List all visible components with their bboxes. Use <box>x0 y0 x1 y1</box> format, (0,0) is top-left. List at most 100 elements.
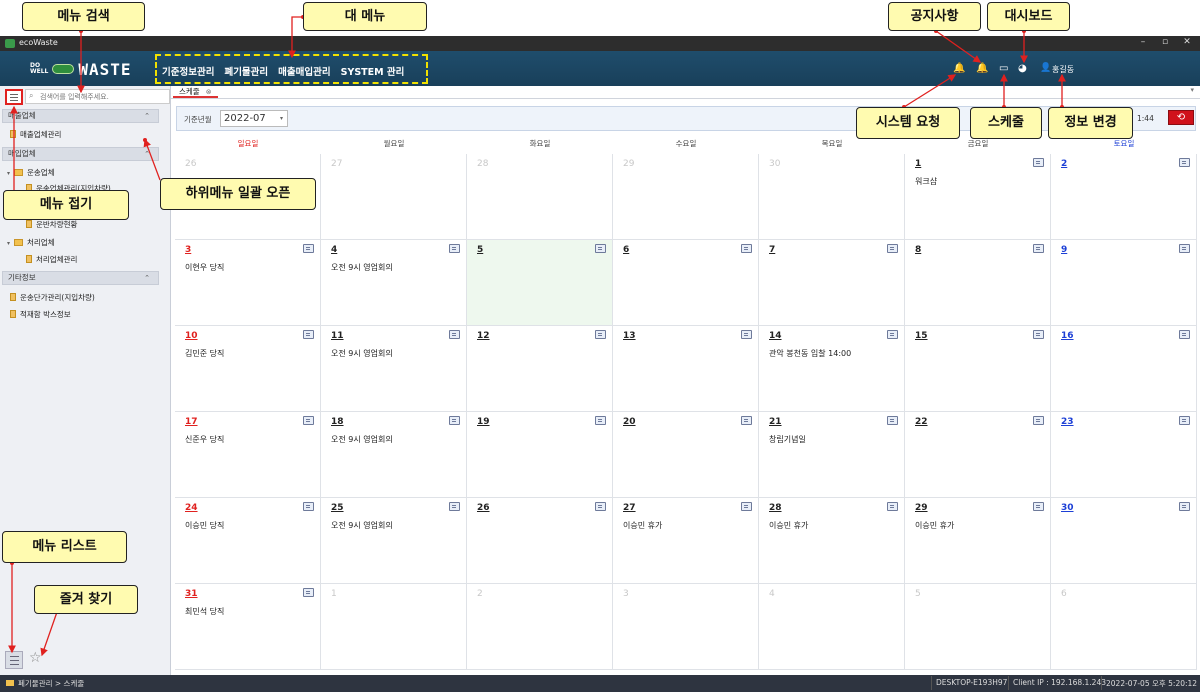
add-schedule-icon[interactable] <box>887 244 898 253</box>
dashboard-icon[interactable]: ◕ <box>1018 63 1027 74</box>
add-schedule-icon[interactable] <box>303 502 314 511</box>
schedule-event[interactable]: 신준우 당직 <box>185 434 224 445</box>
calendar-day-cell[interactable]: 10 김민준 당직 <box>175 326 321 412</box>
calendar-day-cell[interactable]: 24 이승민 당직 <box>175 498 321 584</box>
calendar-day-cell[interactable]: 13 <box>613 326 759 412</box>
calendar-day-cell[interactable]: 30 <box>1051 498 1197 584</box>
calendar-day-cell[interactable]: 28 <box>467 154 613 240</box>
add-schedule-icon[interactable] <box>1179 158 1190 167</box>
schedule-event[interactable]: 이승민 휴가 <box>769 520 808 531</box>
add-schedule-icon[interactable] <box>1033 158 1044 167</box>
sidebar-item-box-info[interactable]: 적재함 박스정보 <box>10 309 71 320</box>
section-header-purchase[interactable]: 매입업체 ⌃ <box>2 147 159 161</box>
add-schedule-icon[interactable] <box>1033 502 1044 511</box>
minimize-button[interactable]: – <box>1136 37 1150 47</box>
calendar-day-cell[interactable]: 4 오전 9시 영업회의 <box>321 240 467 326</box>
menu-search-box[interactable]: ⌕ <box>25 89 170 104</box>
chevron-up-icon[interactable]: ⌃ <box>144 110 150 122</box>
add-schedule-icon[interactable] <box>595 244 606 253</box>
add-schedule-icon[interactable] <box>595 502 606 511</box>
tab-close-icon[interactable]: ⊗ <box>206 88 212 96</box>
add-schedule-icon[interactable] <box>449 330 460 339</box>
add-schedule-icon[interactable] <box>1179 502 1190 511</box>
calendar-day-cell[interactable]: 17 신준우 당직 <box>175 412 321 498</box>
chevron-up-icon[interactable]: ⌃ <box>144 148 150 160</box>
calendar-day-cell[interactable]: 21 창립기념일 <box>759 412 905 498</box>
add-schedule-icon[interactable] <box>887 330 898 339</box>
schedule-event[interactable]: 최민석 당직 <box>185 606 224 617</box>
calendar-day-cell[interactable]: 28 이승민 휴가 <box>759 498 905 584</box>
sidebar-folder-transport[interactable]: ▾ 운송업체 <box>7 167 55 178</box>
calendar-day-cell[interactable]: 3 <box>613 584 759 670</box>
calendar-day-cell[interactable]: 23 <box>1051 412 1197 498</box>
refresh-button[interactable]: ⟲ <box>1168 110 1194 125</box>
menu-search-input[interactable] <box>40 91 168 102</box>
add-schedule-icon[interactable] <box>1179 330 1190 339</box>
add-schedule-icon[interactable] <box>887 416 898 425</box>
calendar-day-cell[interactable]: 9 <box>1051 240 1197 326</box>
calendar-day-cell[interactable]: 4 <box>759 584 905 670</box>
calendar-day-cell[interactable]: 11 오전 9시 영업회의 <box>321 326 467 412</box>
calendar-day-cell[interactable]: 26 <box>467 498 613 584</box>
section-header-sales[interactable]: 매출업체 ⌃ <box>2 109 159 123</box>
sidebar-item-vehicle-status[interactable]: 운반차량현황 <box>26 219 77 230</box>
logo[interactable]: DO WELL WASTE <box>30 60 132 79</box>
add-schedule-icon[interactable] <box>741 244 752 253</box>
add-schedule-icon[interactable] <box>303 330 314 339</box>
add-schedule-icon[interactable] <box>449 416 460 425</box>
schedule-event[interactable]: 관악 봉천동 입찰 14:00 <box>769 348 851 359</box>
calendar-day-cell[interactable]: 19 <box>467 412 613 498</box>
calendar-day-cell[interactable]: 27 <box>321 154 467 240</box>
schedule-event[interactable]: 이승민 휴가 <box>915 520 954 531</box>
calendar-day-cell[interactable]: 5 <box>467 240 613 326</box>
calendar-day-cell[interactable]: 12 <box>467 326 613 412</box>
calendar-day-cell[interactable]: 3 이현우 당직 <box>175 240 321 326</box>
menu-collapse-button[interactable] <box>5 89 23 105</box>
sidebar-item-processing-manage[interactable]: 처리업체관리 <box>26 254 77 265</box>
sidebar-item-sales-company[interactable]: 매출업체관리 <box>10 129 61 140</box>
tab-schedule[interactable]: 스케줄 ⊗ <box>173 86 218 98</box>
calendar-day-cell[interactable]: 18 오전 9시 영업회의 <box>321 412 467 498</box>
calendar-day-cell[interactable]: 27 이승민 휴가 <box>613 498 759 584</box>
user-name[interactable]: 홍길동 <box>1052 64 1074 75</box>
calendar-day-cell[interactable]: 25 오전 9시 영업회의 <box>321 498 467 584</box>
add-schedule-icon[interactable] <box>1033 416 1044 425</box>
calendar-day-cell[interactable]: 2 <box>1051 154 1197 240</box>
calendar-day-cell[interactable]: 29 이승민 휴가 <box>905 498 1051 584</box>
add-schedule-icon[interactable] <box>1179 416 1190 425</box>
sidebar-folder-processing[interactable]: ▾ 처리업체 <box>7 237 55 248</box>
schedule-event[interactable]: 이승민 당직 <box>185 520 224 531</box>
schedule-event[interactable]: 이현우 당직 <box>185 262 224 273</box>
schedule-event[interactable]: 창립기념일 <box>769 434 806 445</box>
add-schedule-icon[interactable] <box>595 416 606 425</box>
calendar-day-cell[interactable]: 16 <box>1051 326 1197 412</box>
schedule-event[interactable]: 김민준 당직 <box>185 348 224 359</box>
add-schedule-icon[interactable] <box>449 502 460 511</box>
favorites-star-icon[interactable]: ☆ <box>29 650 42 666</box>
schedule-event[interactable]: 오전 9시 영업회의 <box>331 520 393 531</box>
tab-dropdown-icon[interactable]: ▾ <box>1190 86 1194 94</box>
schedule-event[interactable]: 워크샵 <box>915 176 937 187</box>
schedule-event[interactable]: 오전 9시 영업회의 <box>331 262 393 273</box>
calendar-day-cell[interactable]: 22 <box>905 412 1051 498</box>
month-select[interactable]: 2022-07 ▾ <box>220 110 288 127</box>
add-schedule-icon[interactable] <box>595 330 606 339</box>
calendar-day-cell[interactable]: 7 <box>759 240 905 326</box>
add-schedule-icon[interactable] <box>303 588 314 597</box>
notice-bell-icon[interactable]: 🔔 <box>976 63 988 74</box>
add-schedule-icon[interactable] <box>1033 244 1044 253</box>
add-schedule-icon[interactable] <box>1033 330 1044 339</box>
calendar-day-cell[interactable]: 31 최민석 당직 <box>175 584 321 670</box>
calendar-day-cell[interactable]: 6 <box>613 240 759 326</box>
add-schedule-icon[interactable] <box>303 244 314 253</box>
add-schedule-icon[interactable] <box>741 502 752 511</box>
calendar-day-cell[interactable]: 20 <box>613 412 759 498</box>
user-icon[interactable]: 👤 <box>1040 63 1051 73</box>
calendar-day-cell[interactable]: 5 <box>905 584 1051 670</box>
chevron-up-icon[interactable]: ⌃ <box>144 272 150 284</box>
calendar-day-cell[interactable]: 2 <box>467 584 613 670</box>
calendar-day-cell[interactable]: 1 <box>321 584 467 670</box>
calendar-day-cell[interactable]: 30 <box>759 154 905 240</box>
add-schedule-icon[interactable] <box>741 416 752 425</box>
schedule-event[interactable]: 이승민 휴가 <box>623 520 662 531</box>
